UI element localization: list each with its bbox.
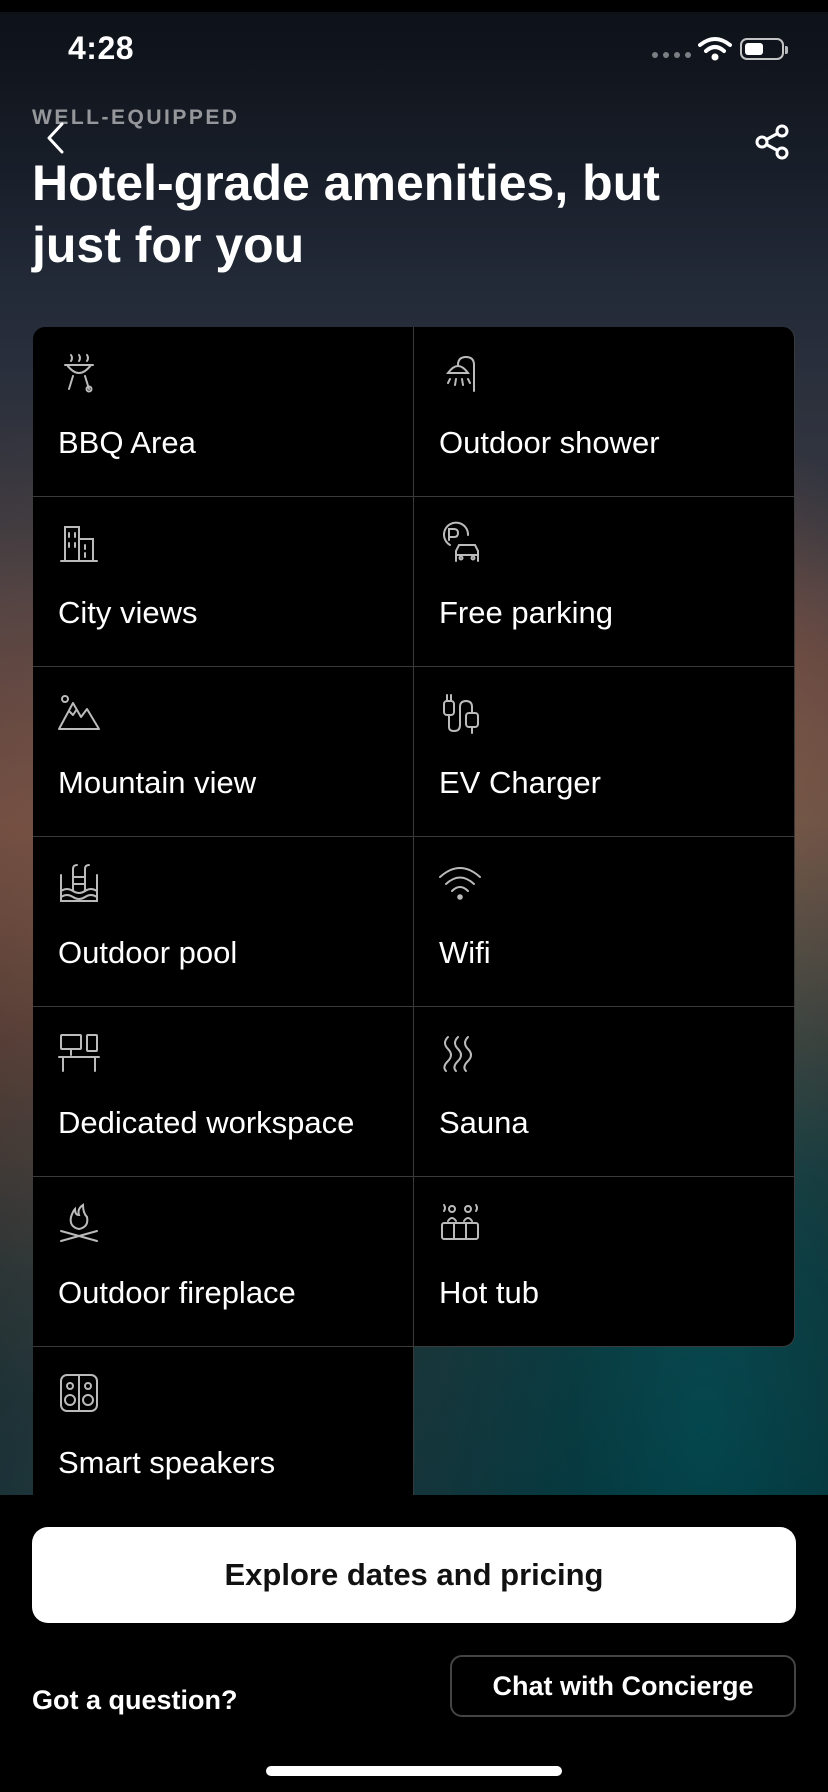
pool-icon bbox=[60, 864, 98, 902]
sauna-heat-icon bbox=[443, 1036, 472, 1072]
fire-pit-icon bbox=[60, 1203, 98, 1242]
hot-tub-icon bbox=[441, 1204, 479, 1240]
status-time: 4:28 bbox=[68, 30, 135, 66]
mountain-icon bbox=[58, 695, 100, 730]
city-buildings-icon bbox=[60, 526, 98, 562]
amenity-outdoor-shower: Outdoor shower bbox=[414, 327, 795, 497]
amenity-label: Wifi bbox=[439, 935, 491, 970]
amenity-label: Outdoor pool bbox=[58, 935, 238, 970]
amenity-free-parking: Free parking bbox=[414, 497, 795, 667]
explore-dates-pricing-button[interactable]: Explore dates and pricing bbox=[32, 1527, 796, 1623]
amenity-wifi: Wifi bbox=[414, 837, 795, 1007]
question-label: Got a question? bbox=[32, 1685, 238, 1715]
battery-icon bbox=[740, 38, 788, 60]
amenity-label: EV Charger bbox=[439, 765, 601, 800]
parking-car-icon bbox=[443, 521, 479, 562]
wifi-icon bbox=[439, 867, 481, 900]
home-indicator[interactable] bbox=[266, 1766, 562, 1776]
amenities-grid: BBQ Area Outdoor shower City views Free … bbox=[33, 327, 795, 1495]
amenity-label: Hot tub bbox=[439, 1275, 539, 1310]
share-icon[interactable] bbox=[752, 122, 792, 162]
chat-with-concierge-button[interactable]: Chat with Concierge bbox=[450, 1655, 796, 1717]
amenity-hot-tub: Hot tub bbox=[414, 1177, 795, 1347]
amenity-mountain-view: Mountain view bbox=[33, 667, 414, 837]
amenity-dedicated-workspace: Dedicated workspace bbox=[33, 1007, 414, 1177]
amenity-label: Sauna bbox=[439, 1105, 529, 1140]
amenity-outdoor-pool: Outdoor pool bbox=[33, 837, 414, 1007]
amenity-smart-speakers: Smart speakers bbox=[33, 1347, 414, 1495]
amenity-outdoor-fireplace: Outdoor fireplace bbox=[33, 1177, 414, 1347]
amenity-label: Outdoor fireplace bbox=[58, 1275, 296, 1310]
amenity-bbq-area: BBQ Area bbox=[33, 327, 414, 497]
amenity-ev-charger: EV Charger bbox=[414, 667, 795, 837]
amenity-label: City views bbox=[58, 595, 198, 630]
speaker-icon bbox=[60, 1374, 98, 1412]
page-title: Hotel-grade amenities, but just for you bbox=[32, 155, 660, 273]
bottom-action-bar: Explore dates and pricing Got a question… bbox=[0, 1495, 828, 1792]
wifi-status-icon bbox=[698, 37, 732, 61]
top-edge bbox=[0, 0, 828, 12]
amenity-label: Dedicated workspace bbox=[58, 1105, 355, 1140]
amenity-label: Free parking bbox=[439, 595, 614, 630]
amenity-label: Mountain view bbox=[58, 765, 257, 800]
amenity-city-views: City views bbox=[33, 497, 414, 667]
amenity-label: BBQ Area bbox=[58, 425, 196, 460]
cellular-signal-icon bbox=[652, 52, 691, 58]
amenity-label: Outdoor shower bbox=[439, 425, 660, 460]
amenity-label: Smart speakers bbox=[58, 1445, 276, 1480]
ev-charger-icon bbox=[443, 694, 479, 734]
amenity-sauna: Sauna bbox=[414, 1007, 795, 1177]
bbq-grill-icon bbox=[64, 354, 94, 393]
shower-icon bbox=[446, 355, 475, 392]
workspace-desk-icon bbox=[58, 1034, 100, 1072]
